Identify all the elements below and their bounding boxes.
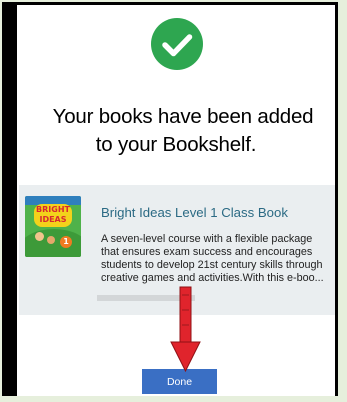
confirmation-screen: Your books have been added to your Books… xyxy=(17,5,335,396)
done-button[interactable]: Done xyxy=(142,369,217,394)
book-description: A seven-level course with a flexible pac… xyxy=(101,233,333,285)
book-cover-image[interactable]: BRIGHT IDEAS 1 xyxy=(25,196,81,257)
book-title[interactable]: Bright Ideas Level 1 Class Book xyxy=(101,205,288,220)
download-progress-bar xyxy=(97,295,195,301)
cover-level-badge: 1 xyxy=(60,236,72,248)
cover-title: BRIGHT IDEAS xyxy=(34,204,72,227)
heading-line-2: to your Bookshelf. xyxy=(95,133,257,156)
description-line: students to develop 21st century skills … xyxy=(101,259,323,271)
phone-frame: Your books have been added to your Books… xyxy=(2,2,338,396)
confirmation-heading: Your books have been added to your Books… xyxy=(17,103,335,159)
check-circle-icon xyxy=(151,18,203,70)
description-line: that ensures exam success and encourages xyxy=(101,246,313,258)
heading-line-1: Your books have been added xyxy=(52,105,314,128)
description-line: A seven-level course with a flexible pac… xyxy=(101,233,313,245)
book-card[interactable]: BRIGHT IDEAS 1 Bright Ideas Level 1 Clas… xyxy=(19,185,335,315)
description-line: creative games and activities.With this … xyxy=(101,272,324,284)
